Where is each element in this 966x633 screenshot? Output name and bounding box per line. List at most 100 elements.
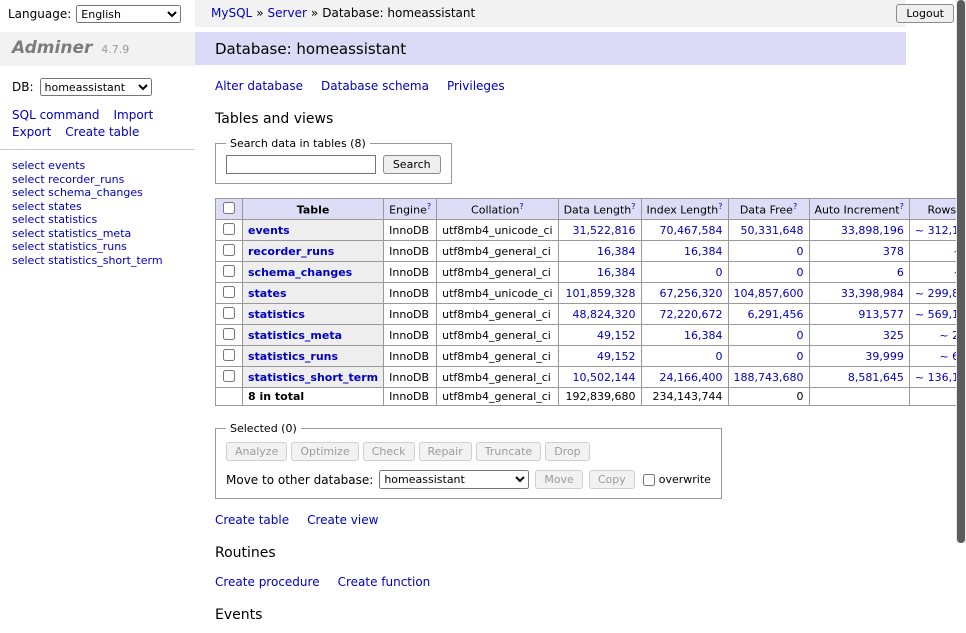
selected-action-button[interactable]: Analyze (226, 442, 287, 461)
column-help-link[interactable]: ? (519, 202, 523, 211)
data-length-link[interactable]: 48,824,320 (573, 308, 636, 321)
database-action-link[interactable]: Privileges (447, 79, 505, 93)
sidebar-command-link[interactable]: Create table (65, 125, 139, 139)
sidebar-command-link[interactable]: Import (113, 108, 153, 122)
table-name-link[interactable]: schema_changes (248, 266, 352, 279)
sidebar-command-link[interactable]: Export (12, 125, 51, 139)
auto-increment-link[interactable]: 913,577 (858, 308, 904, 321)
auto-increment-link[interactable]: 33,398,984 (841, 287, 904, 300)
collation-cell: utf8mb4_unicode_ci (437, 283, 558, 304)
table-name-link[interactable]: statistics_short_term (248, 371, 378, 384)
index-length-link[interactable]: 67,256,320 (660, 287, 723, 300)
move-database-select[interactable]: homeassistant (379, 470, 529, 489)
table-name-link[interactable]: states (248, 287, 287, 300)
data-length-link[interactable]: 16,384 (597, 245, 636, 258)
table-name-link[interactable]: recorder_runs (248, 245, 334, 258)
auto-increment-link[interactable]: 33,898,196 (841, 224, 904, 237)
sidebar-select-table-link[interactable]: select recorder_runs (12, 174, 183, 187)
column-help-link[interactable]: ? (718, 202, 722, 211)
select-all-checkbox[interactable] (223, 202, 235, 214)
selected-action-button[interactable]: Repair (419, 442, 472, 461)
row-checkbox[interactable] (223, 370, 235, 382)
data-free-link[interactable]: 50,331,648 (741, 224, 804, 237)
create-link[interactable]: Create view (307, 513, 378, 527)
row-checkbox[interactable] (223, 328, 235, 340)
selected-action-button[interactable]: Drop (545, 442, 589, 461)
auto-increment-link[interactable]: 378 (883, 245, 904, 258)
sidebar-select-table-link[interactable]: select states (12, 201, 183, 214)
index-length-link[interactable]: 16,384 (684, 245, 723, 258)
language-select[interactable]: English (76, 5, 181, 23)
tables-overview-table: Table Engine? Collation? Data Length? In… (215, 198, 966, 406)
total-collation: utf8mb4_general_ci (437, 388, 558, 406)
index-length-link[interactable]: 70,467,584 (660, 224, 723, 237)
copy-button[interactable]: Copy (589, 470, 635, 489)
data-free-link[interactable]: 0 (797, 266, 804, 279)
data-free-link[interactable]: 104,857,600 (734, 287, 804, 300)
auto-increment-link[interactable]: 325 (883, 329, 904, 342)
move-button[interactable]: Move (535, 470, 583, 489)
row-checkbox[interactable] (223, 307, 235, 319)
search-button[interactable]: Search (383, 155, 441, 174)
index-length-link[interactable]: 16,384 (684, 329, 723, 342)
data-length-link[interactable]: 16,384 (597, 266, 636, 279)
auto-increment-link[interactable]: 6 (897, 266, 904, 279)
data-length-link[interactable]: 10,502,144 (573, 371, 636, 384)
routine-link[interactable]: Create procedure (215, 575, 320, 589)
column-help-link[interactable]: ? (900, 202, 904, 211)
table-name-link[interactable]: events (248, 224, 290, 237)
sidebar-select-table-link[interactable]: select events (12, 160, 183, 173)
table-name-link[interactable]: statistics_meta (248, 329, 342, 342)
data-free-link[interactable]: 0 (797, 350, 804, 363)
data-free-link[interactable]: 0 (797, 329, 804, 342)
selected-action-button[interactable]: Optimize (291, 442, 358, 461)
data-length-link[interactable]: 49,152 (597, 350, 636, 363)
auto-increment-link[interactable]: 8,581,645 (848, 371, 904, 384)
collation-cell: utf8mb4_general_ci (437, 367, 558, 388)
breadcrumb-mysql-link[interactable]: MySQL (211, 6, 252, 20)
total-label: 8 in total (243, 388, 384, 406)
data-free-link[interactable]: 6,291,456 (748, 308, 804, 321)
sidebar-command-link[interactable]: SQL command (12, 108, 99, 122)
index-length-link[interactable]: 0 (716, 350, 723, 363)
column-help-link[interactable]: ? (631, 202, 635, 211)
data-length-cell: 101,859,328 (558, 283, 641, 304)
sidebar-select-table-link[interactable]: select statistics_short_term (12, 255, 183, 268)
row-checkbox[interactable] (223, 286, 235, 298)
table-name-link[interactable]: statistics (248, 308, 305, 321)
row-checkbox[interactable] (223, 265, 235, 277)
data-length-link[interactable]: 49,152 (597, 329, 636, 342)
sidebar-select-table-link[interactable]: select statistics_meta (12, 228, 183, 241)
data-free-link[interactable]: 188,743,680 (734, 371, 804, 384)
index-length-link[interactable]: 0 (716, 266, 723, 279)
table-row: states InnoDB utf8mb4_unicode_ci 101,859… (216, 283, 966, 304)
breadcrumb-server-link[interactable]: Server (268, 6, 307, 20)
row-checkbox[interactable] (223, 349, 235, 361)
row-checkbox[interactable] (223, 244, 235, 256)
sidebar-select-table-link[interactable]: select statistics_runs (12, 241, 183, 254)
row-checkbox[interactable] (223, 223, 235, 235)
db-select[interactable]: homeassistant (40, 78, 152, 96)
create-link[interactable]: Create table (215, 513, 289, 527)
search-input[interactable] (226, 155, 376, 174)
database-action-link[interactable]: Alter database (215, 79, 303, 93)
data-length-link[interactable]: 101,859,328 (566, 287, 636, 300)
data-free-link[interactable]: 0 (797, 245, 804, 258)
column-help-link[interactable]: ? (427, 202, 431, 211)
sidebar-select-table-link[interactable]: select schema_changes (12, 187, 183, 200)
database-action-link[interactable]: Database schema (321, 79, 429, 93)
auto-increment-link[interactable]: 39,999 (865, 350, 904, 363)
sidebar-select-table-link[interactable]: select statistics (12, 214, 183, 227)
table-name-link[interactable]: statistics_runs (248, 350, 338, 363)
selected-action-button[interactable]: Check (363, 442, 415, 461)
routine-link[interactable]: Create function (338, 575, 431, 589)
overwrite-checkbox[interactable] (643, 474, 655, 486)
index-length-link[interactable]: 24,166,400 (660, 371, 723, 384)
logout-button[interactable]: Logout (896, 4, 954, 23)
selected-action-button[interactable]: Truncate (476, 442, 541, 461)
column-help-link[interactable]: ? (793, 202, 797, 211)
scrollbar-thumb[interactable] (957, 0, 965, 543)
vertical-scrollbar[interactable] (956, 0, 966, 543)
data-length-link[interactable]: 31,522,816 (573, 224, 636, 237)
index-length-link[interactable]: 72,220,672 (660, 308, 723, 321)
